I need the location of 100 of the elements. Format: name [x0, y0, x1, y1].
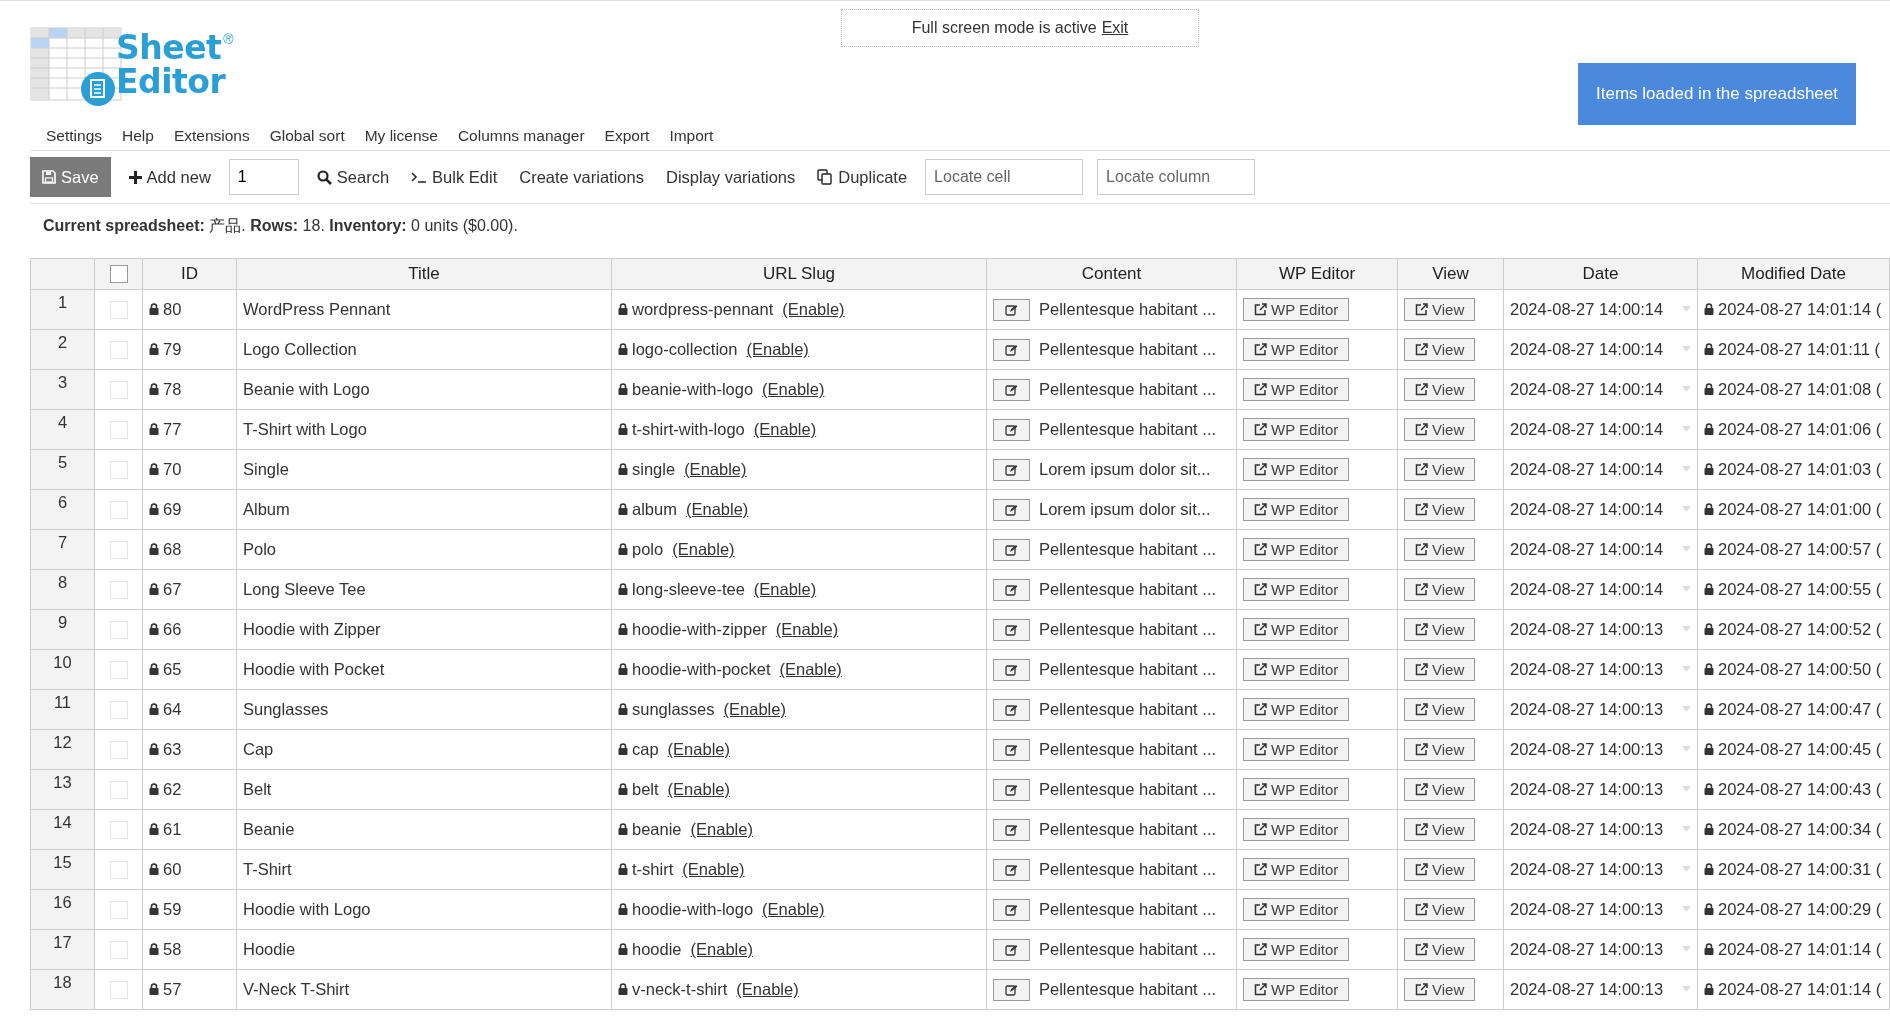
column-header[interactable]: ID — [142, 258, 237, 290]
column-header[interactable]: Title — [236, 258, 612, 290]
menu-item[interactable]: My license — [364, 127, 438, 145]
title-cell[interactable]: Hoodie with Logo — [236, 889, 612, 930]
bulk-edit-button[interactable]: Bulk Edit — [407, 167, 502, 187]
menu-item[interactable]: Settings — [46, 127, 102, 145]
title-cell[interactable]: Long Sleeve Tee — [236, 569, 612, 610]
row-checkbox[interactable] — [109, 461, 128, 480]
edit-content-button[interactable] — [993, 658, 1030, 681]
wp-editor-button[interactable]: WP Editor — [1243, 378, 1350, 401]
title-cell[interactable]: Hoodie with Pocket — [236, 649, 612, 690]
row-checkbox[interactable] — [109, 421, 128, 440]
dropdown-arrow-icon[interactable] — [1682, 986, 1691, 993]
title-cell[interactable]: Sunglasses — [236, 689, 612, 730]
view-button[interactable]: View — [1404, 378, 1476, 401]
view-button[interactable]: View — [1404, 738, 1476, 761]
menu-item[interactable]: Columns manager — [457, 127, 585, 145]
edit-content-button[interactable] — [993, 818, 1030, 841]
row-checkbox[interactable] — [109, 861, 128, 880]
display-variations-button[interactable]: Display variations — [661, 167, 800, 187]
enable-link[interactable]: (Enable) — [690, 940, 753, 959]
title-cell[interactable]: Beanie — [236, 809, 612, 850]
edit-content-button[interactable] — [993, 578, 1030, 601]
dropdown-arrow-icon[interactable] — [1682, 426, 1691, 433]
view-button[interactable]: View — [1404, 618, 1476, 641]
title-cell[interactable]: Single — [236, 449, 612, 490]
edit-content-button[interactable] — [993, 498, 1030, 521]
enable-link[interactable]: (Enable) — [682, 860, 745, 879]
view-button[interactable]: View — [1404, 898, 1476, 921]
view-button[interactable]: View — [1404, 938, 1476, 961]
search-button[interactable]: Search — [312, 167, 394, 187]
add-count-field[interactable]: 1 — [228, 159, 299, 195]
title-cell[interactable]: Polo — [236, 529, 612, 570]
menu-item[interactable]: Help — [122, 127, 154, 145]
title-cell[interactable]: Hoodie with Zipper — [236, 609, 612, 650]
wp-editor-button[interactable]: WP Editor — [1243, 658, 1350, 681]
edit-content-button[interactable] — [993, 738, 1030, 761]
view-button[interactable]: View — [1404, 298, 1476, 321]
wp-editor-button[interactable]: WP Editor — [1243, 458, 1350, 481]
row-checkbox[interactable] — [109, 541, 128, 560]
row-checkbox[interactable] — [109, 301, 128, 320]
enable-link[interactable]: (Enable) — [736, 980, 799, 999]
view-button[interactable]: View — [1404, 818, 1476, 841]
column-header[interactable]: Modified Date — [1697, 258, 1890, 290]
edit-content-button[interactable] — [993, 418, 1030, 441]
row-checkbox[interactable] — [109, 741, 128, 760]
dropdown-arrow-icon[interactable] — [1682, 586, 1691, 593]
menu-item[interactable]: Import — [669, 127, 714, 145]
view-button[interactable]: View — [1404, 698, 1476, 721]
wp-editor-button[interactable]: WP Editor — [1243, 818, 1350, 841]
create-variations-button[interactable]: Create variations — [515, 167, 648, 187]
enable-link[interactable]: (Enable) — [667, 780, 730, 799]
items-loaded-button[interactable]: Items loaded in the spreadsheet — [1578, 63, 1856, 125]
row-checkbox[interactable] — [109, 621, 128, 640]
row-checkbox[interactable] — [109, 341, 128, 360]
title-cell[interactable]: Belt — [236, 769, 612, 810]
edit-content-button[interactable] — [993, 898, 1030, 921]
column-header[interactable]: WP Editor — [1236, 258, 1398, 290]
wp-editor-button[interactable]: WP Editor — [1243, 578, 1350, 601]
menu-item[interactable]: Global sort — [269, 127, 345, 145]
view-button[interactable]: View — [1404, 498, 1476, 521]
view-button[interactable]: View — [1404, 858, 1476, 881]
dropdown-arrow-icon[interactable] — [1682, 506, 1691, 513]
enable-link[interactable]: (Enable) — [779, 660, 842, 679]
wp-editor-button[interactable]: WP Editor — [1243, 298, 1350, 321]
edit-content-button[interactable] — [993, 978, 1030, 1001]
title-cell[interactable]: Cap — [236, 729, 612, 770]
row-checkbox[interactable] — [109, 901, 128, 920]
wp-editor-button[interactable]: WP Editor — [1243, 898, 1350, 921]
edit-content-button[interactable] — [993, 538, 1030, 561]
edit-content-button[interactable] — [993, 458, 1030, 481]
title-cell[interactable]: Album — [236, 489, 612, 530]
view-button[interactable]: View — [1404, 418, 1476, 441]
wp-editor-button[interactable]: WP Editor — [1243, 978, 1350, 1001]
row-checkbox[interactable] — [109, 381, 128, 400]
dropdown-arrow-icon[interactable] — [1682, 786, 1691, 793]
wp-editor-button[interactable]: WP Editor — [1243, 338, 1350, 361]
row-checkbox[interactable] — [109, 581, 128, 600]
enable-link[interactable]: (Enable) — [667, 740, 730, 759]
enable-link[interactable]: (Enable) — [690, 820, 753, 839]
dropdown-arrow-icon[interactable] — [1682, 346, 1691, 353]
edit-content-button[interactable] — [993, 298, 1030, 321]
column-header[interactable]: Content — [986, 258, 1237, 290]
dropdown-arrow-icon[interactable] — [1682, 306, 1691, 313]
enable-link[interactable]: (Enable) — [782, 300, 845, 319]
enable-link[interactable]: (Enable) — [746, 340, 809, 359]
add-new-button[interactable]: Add new — [124, 167, 215, 187]
title-cell[interactable]: WordPress Pennant — [236, 289, 612, 330]
column-header[interactable]: URL Slug — [611, 258, 987, 290]
view-button[interactable]: View — [1404, 778, 1476, 801]
enable-link[interactable]: (Enable) — [723, 700, 786, 719]
title-cell[interactable]: Logo Collection — [236, 329, 612, 370]
edit-content-button[interactable] — [993, 778, 1030, 801]
wp-editor-button[interactable]: WP Editor — [1243, 418, 1350, 441]
title-cell[interactable]: T-Shirt with Logo — [236, 409, 612, 450]
row-checkbox[interactable] — [109, 821, 128, 840]
dropdown-arrow-icon[interactable] — [1682, 946, 1691, 953]
dropdown-arrow-icon[interactable] — [1682, 546, 1691, 553]
enable-link[interactable]: (Enable) — [672, 540, 735, 559]
dropdown-arrow-icon[interactable] — [1682, 666, 1691, 673]
